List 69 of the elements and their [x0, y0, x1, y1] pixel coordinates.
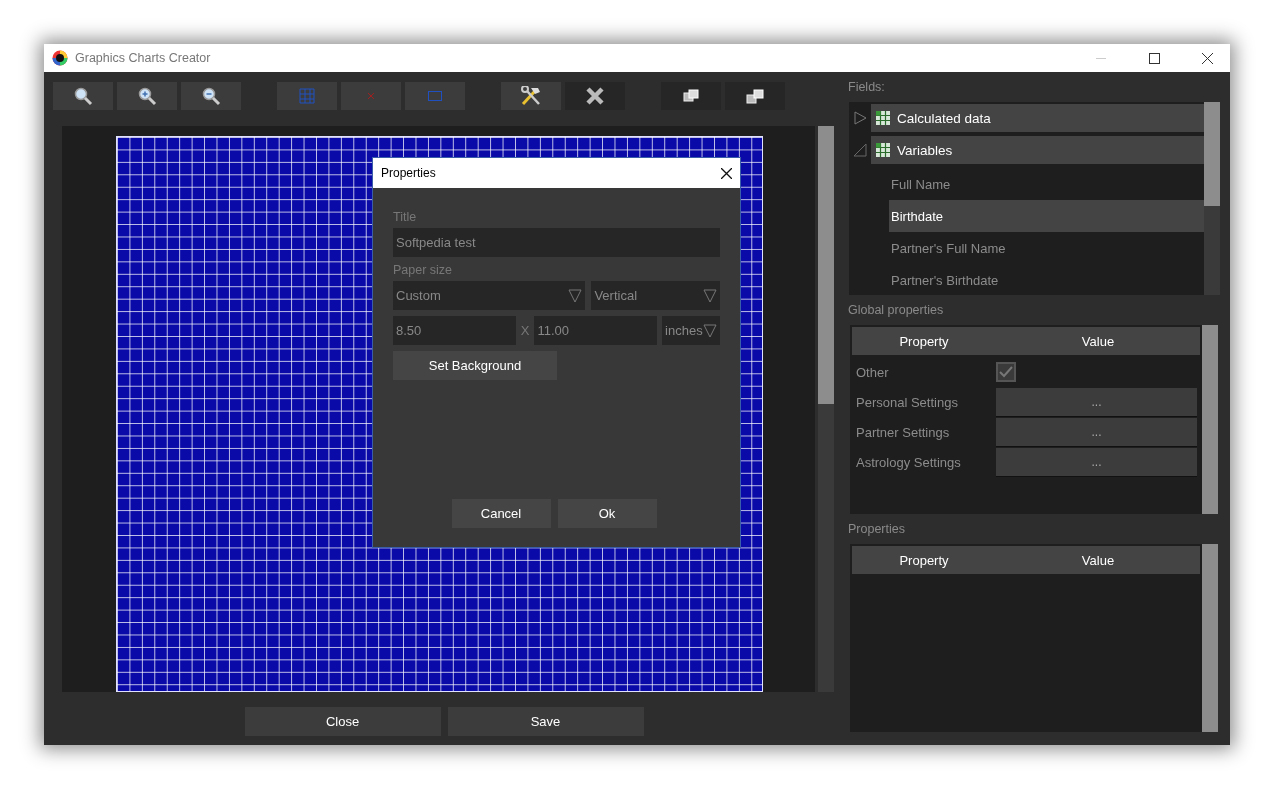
- tools-icon: [520, 86, 542, 106]
- tree-item[interactable]: Full Name: [889, 168, 1204, 200]
- tree-item[interactable]: Partner's Full Name: [889, 232, 1204, 264]
- checkbox[interactable]: [996, 362, 1016, 382]
- layers-icon: [682, 88, 700, 104]
- paper-format-dropdown[interactable]: Custom: [393, 281, 586, 310]
- column-header: Property: [898, 551, 950, 570]
- grid-icon: [299, 88, 315, 104]
- dropdown-arrow-icon: [568, 288, 583, 303]
- table-icon: [876, 111, 890, 125]
- column-header: Value: [1080, 332, 1116, 351]
- delete-button[interactable]: [565, 82, 625, 110]
- dialog-button[interactable]: Cancel: [451, 499, 551, 528]
- footer-button[interactable]: Close: [244, 707, 441, 736]
- x-mark-icon: [367, 92, 375, 100]
- app-logo-icon: [52, 50, 68, 66]
- expanded-arrow-icon[interactable]: [853, 143, 867, 157]
- orientation-dropdown[interactable]: Vertical: [591, 281, 720, 310]
- x-mark-icon: [586, 87, 604, 105]
- dropdown-arrow-icon: [703, 323, 717, 338]
- unit-dropdown[interactable]: inches: [662, 316, 720, 345]
- column-header: Value: [1080, 551, 1116, 570]
- scrollbar[interactable]: [1202, 325, 1218, 514]
- property-name: Astrology Settings: [855, 454, 962, 470]
- scrollbar[interactable]: [1204, 102, 1220, 295]
- tools-button[interactable]: [501, 82, 561, 110]
- value-button[interactable]: ...: [996, 447, 1197, 477]
- dialog-title: Properties: [381, 166, 436, 180]
- rectangle-icon: [428, 91, 442, 101]
- send-backward-button[interactable]: [725, 82, 785, 110]
- title-field[interactable]: Softpedia test: [393, 228, 720, 257]
- tree-group-item[interactable]: Calculated data: [871, 104, 1204, 132]
- search-icon: [73, 86, 93, 106]
- tree-group-item[interactable]: Variables: [871, 136, 1204, 164]
- footer-button[interactable]: Save: [447, 707, 644, 736]
- value-button[interactable]: ...: [996, 387, 1197, 417]
- value-button[interactable]: ...: [996, 417, 1197, 447]
- maximize-icon[interactable]: [1148, 52, 1160, 64]
- section-label: Fields:: [848, 79, 886, 96]
- field-label: Title: [393, 209, 418, 226]
- field-label: Paper size: [393, 262, 454, 279]
- collapsed-arrow-icon[interactable]: [853, 111, 867, 125]
- set-background-button[interactable]: Set Background: [393, 351, 557, 380]
- property-name: Partner Settings: [855, 424, 951, 440]
- bring-forward-button[interactable]: [661, 82, 721, 110]
- section-label: Global properties: [848, 302, 945, 319]
- property-name: Other: [855, 364, 890, 380]
- close-icon[interactable]: [721, 167, 732, 179]
- dimension-separator: X: [520, 323, 530, 338]
- property-name: Personal Settings: [855, 394, 959, 410]
- tree-item[interactable]: Partner's Birthdate: [889, 264, 1204, 296]
- dropdown-arrow-icon: [703, 288, 717, 303]
- table-icon: [876, 143, 890, 157]
- close-icon[interactable]: [1201, 52, 1213, 64]
- window-title: Graphics Charts Creator: [75, 51, 212, 65]
- section-label: Properties: [848, 521, 906, 538]
- scrollbar[interactable]: [818, 126, 834, 692]
- zoom-in-button[interactable]: [117, 82, 177, 110]
- tree-item[interactable]: Birthdate: [889, 200, 1204, 232]
- height-field[interactable]: 11.00: [534, 316, 658, 345]
- column-header: Property: [898, 332, 950, 351]
- dialog-button[interactable]: Ok: [557, 499, 657, 528]
- zoom-button[interactable]: [53, 82, 113, 110]
- width-field[interactable]: 8.50: [393, 316, 516, 345]
- layers-icon: [746, 88, 764, 104]
- zoom-out-button[interactable]: [181, 82, 241, 110]
- scrollbar[interactable]: [1202, 544, 1218, 732]
- zoom-in-icon: [137, 86, 157, 106]
- zoom-out-icon: [201, 86, 221, 106]
